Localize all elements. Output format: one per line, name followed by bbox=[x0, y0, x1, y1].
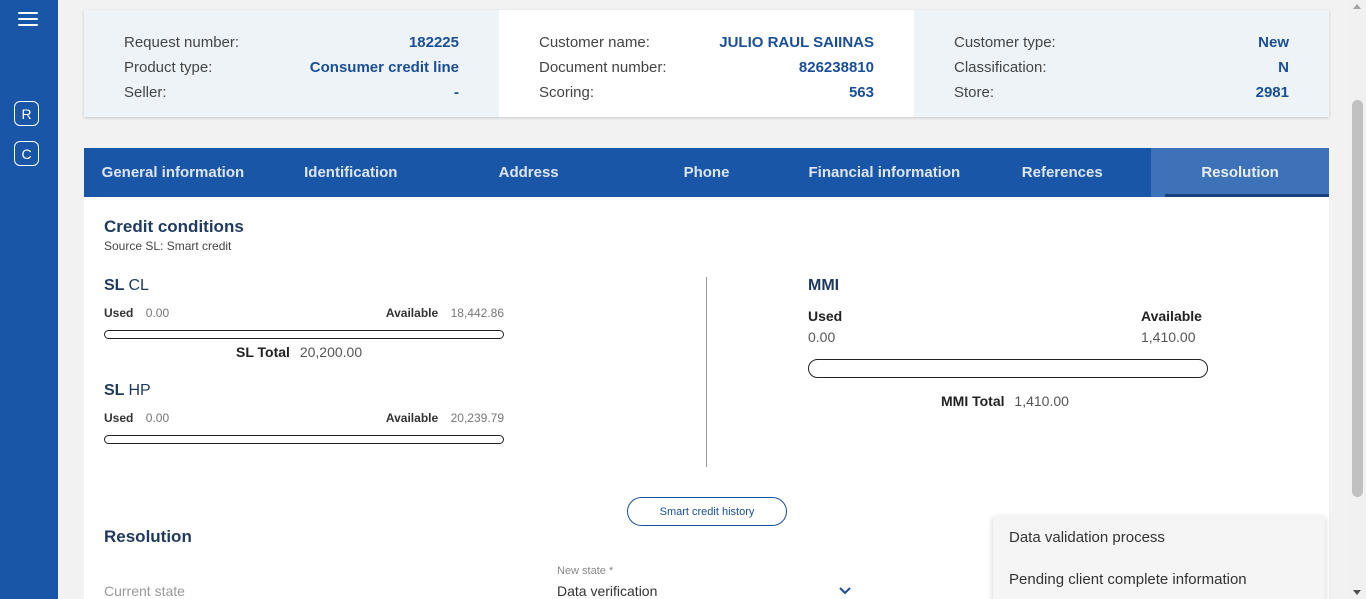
summary-row: Store: 2981 bbox=[954, 80, 1289, 105]
current-state-field[interactable]: Current state bbox=[104, 583, 185, 599]
dropdown-option-pending-client-info[interactable]: Pending client complete information bbox=[993, 558, 1325, 599]
column-divider bbox=[706, 277, 707, 467]
summary-row: Request number: 182225 bbox=[124, 30, 459, 55]
chevron-down-icon[interactable] bbox=[838, 586, 852, 595]
summary-row: Customer type: New bbox=[954, 30, 1289, 55]
seller-value: - bbox=[454, 84, 459, 101]
tab-identification[interactable]: Identification bbox=[262, 148, 440, 197]
request-summary: Request number: 182225 Product type: Consu… bbox=[84, 10, 1329, 117]
summary-column-customer: Customer name: JULIO RAUL SAIINAS Documen… bbox=[499, 10, 914, 117]
sl-hp-available: Available 20,239.79 bbox=[386, 409, 504, 427]
sl-hp-heading: SL HP bbox=[104, 382, 151, 400]
product-type-value: Consumer credit line bbox=[309, 59, 459, 76]
sl-cl-total-label: SL Total bbox=[236, 344, 290, 360]
sl-cl-available-label: Available bbox=[385, 306, 439, 320]
seller-label: Seller: bbox=[124, 84, 167, 101]
document-number-label: Document number: bbox=[539, 59, 667, 76]
summary-row: Customer name: JULIO RAUL SAIINAS bbox=[539, 30, 874, 55]
sl-hp-available-label: Available bbox=[385, 411, 439, 425]
product-type-label: Product type: bbox=[124, 59, 213, 76]
page-scrollbar[interactable] bbox=[1349, 0, 1366, 599]
sidebar-badge-r[interactable]: R bbox=[14, 101, 39, 126]
sl-cl-used-label: Used bbox=[104, 306, 134, 320]
mmi-used-value: 0.00 bbox=[808, 329, 836, 345]
summary-row: Scoring: 563 bbox=[539, 80, 874, 105]
mmi-total-label: MMI Total bbox=[941, 393, 1005, 409]
sl-hp-used-label: Used bbox=[104, 411, 134, 425]
new-state-label: New state * bbox=[557, 565, 614, 577]
dropdown-option-data-validation[interactable]: Data validation process bbox=[993, 516, 1325, 558]
tab-resolution[interactable]: Resolution bbox=[1151, 148, 1330, 197]
sl-cl-usage-bar bbox=[104, 330, 504, 339]
scoring-label: Scoring: bbox=[539, 84, 595, 101]
new-state-select[interactable]: Data verification bbox=[557, 583, 657, 599]
sidebar: R C bbox=[0, 0, 58, 599]
request-number-value: 182225 bbox=[408, 34, 459, 51]
classification-value: N bbox=[1278, 59, 1289, 76]
section-tabs: General information Identification Addre… bbox=[84, 148, 1330, 197]
store-value: 2981 bbox=[1255, 84, 1289, 101]
tab-general-information[interactable]: General information bbox=[84, 148, 262, 197]
mmi-available-value: 1,410.00 bbox=[1141, 329, 1196, 345]
sl-cl-available: Available 18,442.86 bbox=[386, 304, 504, 322]
menu-icon[interactable] bbox=[18, 12, 38, 28]
mmi-available-label: Available bbox=[1141, 308, 1202, 324]
document-number-value: 826238810 bbox=[798, 59, 874, 76]
sl-hp-prefix: SL bbox=[104, 382, 125, 399]
smart-credit-history-button[interactable]: Smart credit history bbox=[627, 497, 787, 526]
scroll-up-arrow-icon[interactable] bbox=[1353, 4, 1361, 9]
sl-hp-suffix: HP bbox=[128, 382, 151, 399]
sl-cl-used-value: 0.00 bbox=[145, 306, 170, 320]
sl-cl-heading: SL CL bbox=[104, 277, 149, 295]
resolution-title: Resolution bbox=[104, 527, 192, 546]
sl-cl-prefix: SL bbox=[104, 277, 125, 294]
sl-cl-values: Used 0.00 Available 18,442.86 bbox=[104, 304, 504, 322]
request-number-label: Request number: bbox=[124, 34, 240, 51]
sl-hp-values: Used 0.00 Available 20,239.79 bbox=[104, 409, 504, 427]
tab-financial-information[interactable]: Financial information bbox=[795, 148, 973, 197]
mmi-total-value: 1,410.00 bbox=[1014, 393, 1069, 409]
tab-address[interactable]: Address bbox=[440, 148, 618, 197]
classification-label: Classification: bbox=[954, 59, 1047, 76]
mmi-usage-bar bbox=[808, 359, 1208, 378]
summary-row: Seller: - bbox=[124, 80, 459, 105]
scoring-value: 563 bbox=[848, 84, 874, 101]
summary-row: Product type: Consumer credit line bbox=[124, 55, 459, 80]
sl-hp-used-value: 0.00 bbox=[145, 411, 170, 425]
sidebar-badge-c[interactable]: C bbox=[14, 141, 39, 166]
mmi-total: MMI Total 1,410.00 bbox=[941, 393, 1069, 409]
summary-column-request: Request number: 182225 Product type: Consu… bbox=[84, 10, 499, 117]
mmi-used-label: Used bbox=[808, 308, 843, 324]
mmi-title: MMI bbox=[808, 277, 840, 294]
customer-name-value: JULIO RAUL SAIINAS bbox=[719, 34, 874, 51]
sl-cl-suffix: CL bbox=[128, 277, 149, 294]
summary-column-classification: Customer type: New Classification: N Store… bbox=[914, 10, 1329, 117]
scroll-down-arrow-icon[interactable] bbox=[1353, 590, 1361, 595]
customer-type-value: New bbox=[1258, 34, 1289, 51]
tab-references[interactable]: References bbox=[973, 148, 1151, 197]
tab-phone[interactable]: Phone bbox=[618, 148, 796, 197]
sl-hp-usage-bar bbox=[104, 435, 504, 444]
store-label: Store: bbox=[954, 84, 995, 101]
credit-conditions-title: Credit conditions bbox=[104, 217, 244, 236]
sl-cl-total-value: 20,200.00 bbox=[299, 344, 363, 360]
customer-type-label: Customer type: bbox=[954, 34, 1056, 51]
sl-hp-available-value: 20,239.79 bbox=[450, 411, 504, 425]
summary-row: Classification: N bbox=[954, 55, 1289, 80]
sl-cl-available-value: 18,442.86 bbox=[450, 306, 504, 320]
summary-row: Document number: 826238810 bbox=[539, 55, 874, 80]
sl-cl-total: SL Total 20,200.00 bbox=[236, 344, 362, 360]
customer-name-label: Customer name: bbox=[539, 34, 650, 51]
scrollbar-thumb[interactable] bbox=[1352, 100, 1363, 497]
credit-source-text: Source SL: Smart credit bbox=[104, 239, 232, 253]
new-state-dropdown: Data validation process Pending client c… bbox=[993, 516, 1325, 599]
